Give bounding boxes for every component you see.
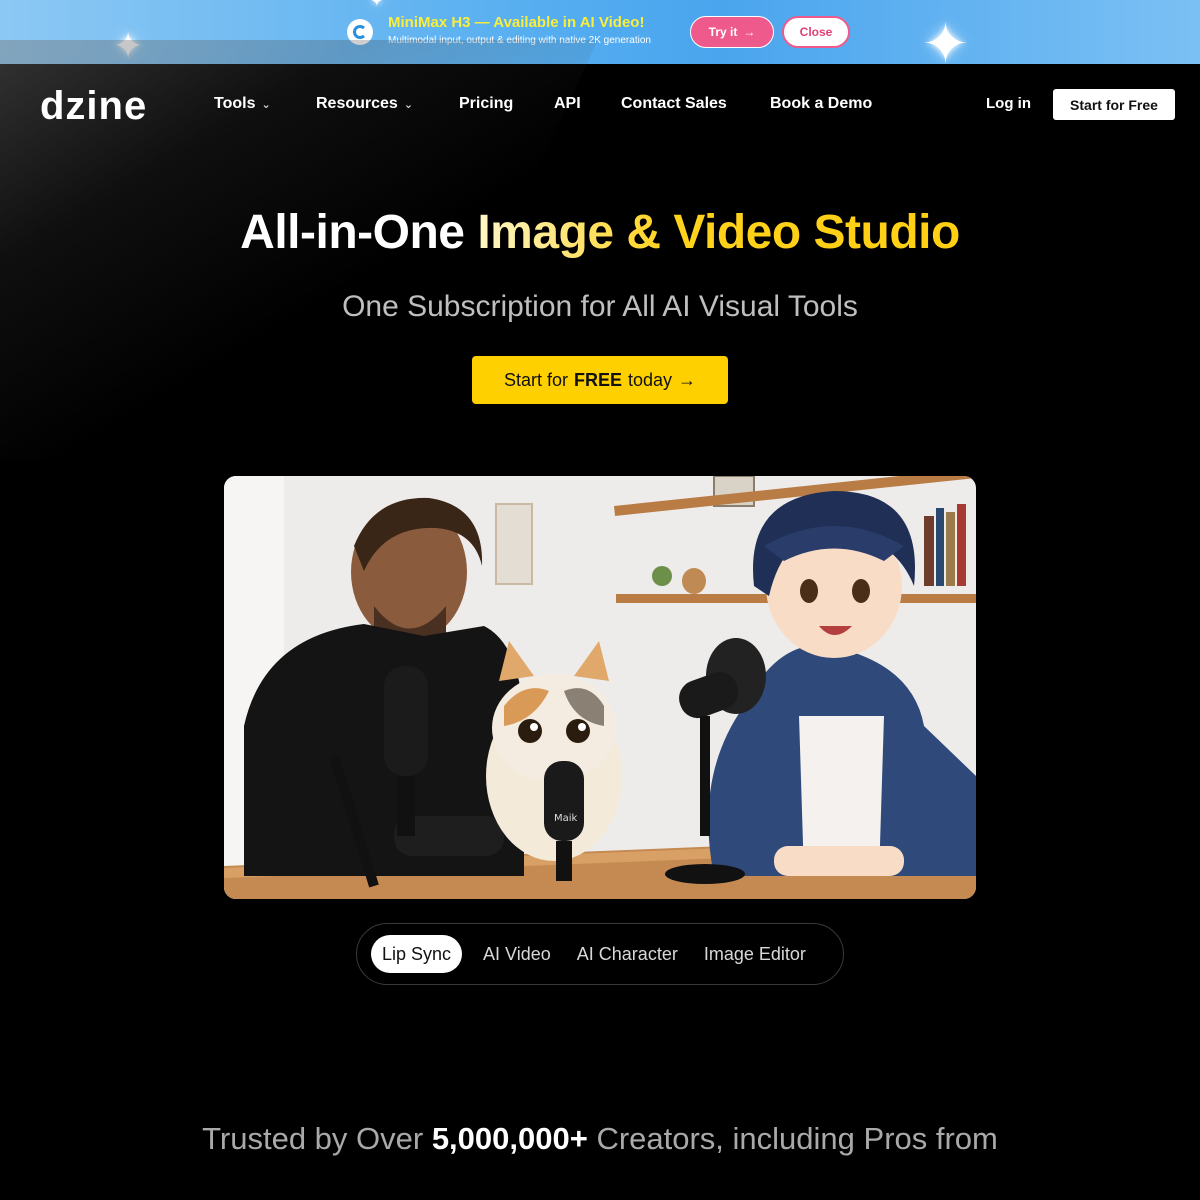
trusted-suffix: Creators, including Pros from (587, 1121, 998, 1156)
login-link[interactable]: Log in (986, 95, 1031, 112)
nav-item-label: Contact Sales (621, 95, 727, 112)
chevron-down-icon: ⌄ (403, 98, 414, 111)
sparkle-icon: ✦ (922, 12, 969, 65)
close-banner-button[interactable]: Close (782, 16, 850, 48)
feature-tabs: Lip Sync AI Video AI Character Image Edi… (356, 923, 844, 985)
nav-item-api[interactable]: API (554, 95, 581, 113)
nav-item-label: Pricing (459, 95, 514, 112)
start-free-today-button[interactable]: Start for FREE today → (472, 356, 728, 404)
minimax-logo-icon (347, 19, 373, 45)
creator-count: 5,000,000+ (431, 1121, 588, 1156)
nav-item-book-demo[interactable]: Book a Demo (770, 95, 872, 113)
promo-title: MiniMax H3 — Available in AI Video! (388, 14, 645, 31)
tab-ai-video[interactable]: AI Video (472, 935, 562, 973)
top-navigation: dzine Tools ⌄ Resources ⌄ Pricing API Co… (0, 64, 1200, 146)
start-for-free-button[interactable]: Start for Free (1053, 89, 1175, 120)
try-it-button[interactable]: Try it → (690, 16, 774, 48)
hero-title: All-in-One Image & Video Studio (0, 205, 1200, 260)
arrow-right-icon: → (743, 25, 756, 39)
showcase-image: Maik (224, 476, 976, 899)
arrow-right-icon: → (678, 369, 697, 390)
cta-suffix: today (628, 369, 673, 390)
promo-subtitle: Multimodal input, output & editing with … (388, 35, 651, 46)
sparkle-icon: ✦ (370, 0, 384, 10)
cta-prefix: Start for (503, 369, 568, 390)
hero-title-white: All-in-One (240, 206, 478, 259)
cta-bold: FREE (573, 369, 622, 390)
hero-title-highlight: Image & Video Studio (477, 206, 960, 259)
tab-image-editor[interactable]: Image Editor (693, 935, 817, 973)
trusted-by-heading: Trusted by Over 5,000,000+ Creators, inc… (0, 1121, 1200, 1157)
nav-item-label: Tools (214, 95, 256, 112)
tab-ai-character[interactable]: AI Character (566, 935, 689, 973)
nav-item-label: Resources (316, 95, 398, 112)
hero-subtitle: One Subscription for All AI Visual Tools (342, 290, 858, 323)
sparkle-icon: ✦ (113, 25, 144, 64)
nav-item-contact-sales[interactable]: Contact Sales (621, 95, 727, 113)
nav-item-pricing[interactable]: Pricing (459, 95, 513, 113)
logo-text: dzine (40, 84, 148, 128)
trusted-prefix: Trusted by Over (202, 1121, 432, 1156)
lip-sync-preview-illustration: Maik (224, 476, 976, 899)
nav-item-tools[interactable]: Tools ⌄ (214, 95, 271, 113)
promo-banner: ✦ ✦ ✦ MiniMax H3 — Available in AI Video… (0, 0, 1200, 64)
nav-item-label: API (554, 95, 581, 112)
try-it-label: Try it (708, 25, 738, 39)
dzine-logo[interactable]: dzine (40, 84, 147, 129)
tab-lip-sync[interactable]: Lip Sync (371, 935, 463, 973)
nav-item-resources[interactable]: Resources ⌄ (316, 95, 413, 113)
chevron-down-icon: ⌄ (261, 98, 271, 111)
mic-brand-label: Maik (554, 813, 578, 824)
nav-item-label: Book a Demo (770, 95, 873, 112)
